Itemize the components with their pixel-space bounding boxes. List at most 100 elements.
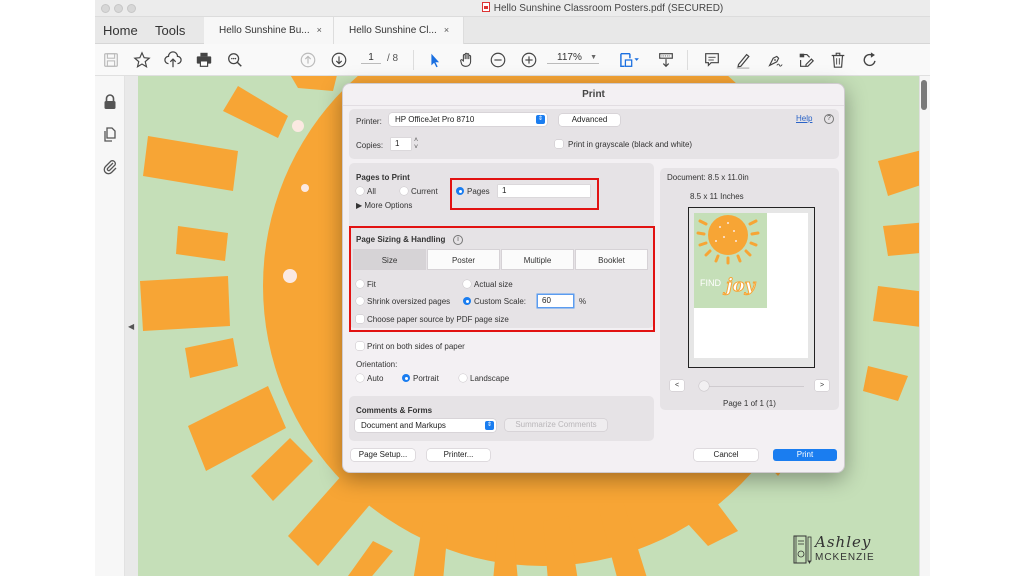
printer-value: HP OfficeJet Pro 8710 bbox=[395, 115, 475, 124]
summarize-comments-button[interactable]: Summarize Comments bbox=[505, 419, 607, 431]
segment-size[interactable]: Size bbox=[353, 249, 426, 270]
tab-document-label: Hello Sunshine Bu... bbox=[219, 25, 310, 36]
help-link[interactable]: Help bbox=[796, 114, 812, 123]
delete-icon[interactable] bbox=[828, 50, 848, 70]
preview-slider-knob[interactable] bbox=[699, 381, 709, 391]
star-icon[interactable] bbox=[132, 50, 152, 70]
paper-source-label: Choose paper source by PDF page size bbox=[367, 315, 509, 324]
comments-forms-value: Document and Markups bbox=[361, 421, 446, 430]
radio-current[interactable] bbox=[400, 187, 408, 195]
zoom-out-icon[interactable] bbox=[488, 50, 508, 70]
radio-auto-label: Auto bbox=[367, 374, 384, 383]
window-title-text: Hello Sunshine Classroom Posters.pdf (SE… bbox=[493, 3, 724, 14]
tab-document-1[interactable]: Hello Sunshine Bu... × bbox=[204, 17, 334, 44]
toolbar-divider bbox=[687, 50, 688, 70]
sun-ray bbox=[883, 222, 919, 256]
highlight-icon[interactable] bbox=[733, 50, 753, 70]
printer-select[interactable]: HP OfficeJet Pro 8710 ⇕ bbox=[389, 113, 547, 126]
preview-page-status: Page 1 of 1 (1) bbox=[723, 399, 776, 408]
hand-icon[interactable] bbox=[457, 50, 477, 70]
paper-source-checkbox[interactable] bbox=[356, 315, 364, 323]
page-down-icon[interactable] bbox=[329, 50, 349, 70]
sign-icon[interactable] bbox=[765, 50, 785, 70]
sun-ray bbox=[140, 276, 230, 331]
close-tab-icon[interactable]: × bbox=[317, 25, 322, 35]
radio-landscape[interactable] bbox=[459, 374, 467, 382]
comment-icon[interactable] bbox=[702, 50, 722, 70]
expand-panel-arrow-icon[interactable]: ◀ bbox=[128, 322, 134, 331]
lock-icon[interactable] bbox=[101, 93, 119, 111]
printer-button[interactable]: Printer... bbox=[427, 449, 490, 461]
radio-shrink[interactable] bbox=[356, 297, 364, 305]
fill-sign-icon[interactable] bbox=[796, 50, 816, 70]
title-bar: Hello Sunshine Classroom Posters.pdf (SE… bbox=[95, 0, 930, 17]
custom-scale-input[interactable]: 60 bbox=[538, 295, 573, 307]
radio-fit-label: Fit bbox=[367, 280, 376, 289]
preview-next-button[interactable]: > bbox=[815, 380, 829, 391]
radio-shrink-label: Shrink oversized pages bbox=[367, 297, 451, 306]
page-total: / 8 bbox=[387, 53, 399, 64]
rotate-icon[interactable] bbox=[860, 50, 880, 70]
scrollbar-thumb[interactable] bbox=[921, 80, 927, 110]
segment-multiple[interactable]: Multiple bbox=[501, 249, 574, 270]
page-number-input[interactable]: 1 bbox=[361, 52, 381, 64]
sun-ray bbox=[290, 76, 337, 91]
comments-forms-select[interactable]: Document and Markups ⇕ bbox=[355, 419, 496, 432]
advanced-button[interactable]: Advanced bbox=[559, 114, 620, 126]
pages-icon[interactable] bbox=[101, 125, 119, 143]
segment-booklet[interactable]: Booklet bbox=[575, 249, 648, 270]
sun-ray bbox=[176, 226, 228, 261]
more-options-toggle[interactable]: ▶ More Options bbox=[356, 201, 412, 210]
sun-ray bbox=[863, 366, 908, 401]
zoom-in-icon[interactable] bbox=[519, 50, 539, 70]
radio-portrait[interactable] bbox=[402, 374, 410, 382]
cloud-upload-icon[interactable] bbox=[163, 50, 183, 70]
radio-actual-size[interactable] bbox=[463, 280, 471, 288]
cancel-button[interactable]: Cancel bbox=[694, 449, 758, 461]
both-sides-checkbox[interactable] bbox=[356, 342, 364, 350]
copies-stepper[interactable]: ˄ ˅ bbox=[414, 137, 418, 151]
radio-fit[interactable] bbox=[356, 280, 364, 288]
page-up-icon[interactable] bbox=[298, 50, 318, 70]
toolbar: 1 / 8 117% ▼ bbox=[95, 44, 930, 76]
radio-custom-scale[interactable] bbox=[463, 297, 471, 305]
preview-prev-button[interactable]: < bbox=[670, 380, 684, 391]
tab-home[interactable]: Home bbox=[103, 23, 138, 38]
print-icon[interactable] bbox=[194, 50, 214, 70]
percent-label: % bbox=[579, 297, 587, 306]
more-options-label: More Options bbox=[364, 201, 413, 210]
close-tab-icon[interactable]: × bbox=[444, 25, 449, 35]
info-icon[interactable]: i bbox=[453, 235, 463, 245]
poster-joy-text: joy bbox=[723, 275, 757, 296]
radio-all[interactable] bbox=[356, 187, 364, 195]
fit-page-icon[interactable] bbox=[616, 50, 642, 70]
sun-ray bbox=[878, 150, 919, 196]
tab-tools[interactable]: Tools bbox=[155, 23, 185, 38]
radio-current-label: Current bbox=[411, 187, 438, 196]
zoom-level-dropdown[interactable]: 117% ▼ bbox=[547, 52, 599, 64]
save-icon[interactable] bbox=[101, 50, 121, 70]
vertical-scrollbar[interactable] bbox=[919, 76, 930, 576]
zoom-search-icon[interactable] bbox=[225, 50, 245, 70]
preview-page: FIND joy bbox=[694, 213, 808, 358]
tab-document-2[interactable]: Hello Sunshine Cl... × bbox=[334, 17, 464, 44]
copies-label: Copies: bbox=[356, 141, 384, 150]
preview-poster-thumbnail: FIND joy bbox=[694, 213, 767, 308]
segment-poster[interactable]: Poster bbox=[427, 249, 500, 270]
preview-slider-track[interactable] bbox=[701, 386, 804, 387]
radio-actual-size-label: Actual size bbox=[474, 280, 513, 289]
page-setup-button[interactable]: Page Setup... bbox=[351, 449, 415, 461]
attachment-icon[interactable] bbox=[101, 157, 119, 175]
sun-ray bbox=[348, 541, 393, 576]
radio-auto[interactable] bbox=[356, 374, 364, 382]
help-icon[interactable]: ? bbox=[824, 114, 834, 124]
document-size-label: Document: 8.5 x 11.0in bbox=[667, 173, 749, 182]
toolbar-divider bbox=[413, 50, 414, 70]
scroll-mode-icon[interactable] bbox=[656, 50, 676, 70]
sun-ray bbox=[223, 86, 288, 138]
select-arrow-icon[interactable] bbox=[425, 50, 445, 70]
print-button[interactable]: Print bbox=[773, 449, 837, 461]
grayscale-checkbox[interactable] bbox=[555, 140, 563, 148]
copies-input[interactable]: 1 bbox=[391, 138, 411, 150]
sizing-segmented-control: Size Poster Multiple Booklet bbox=[353, 249, 648, 270]
